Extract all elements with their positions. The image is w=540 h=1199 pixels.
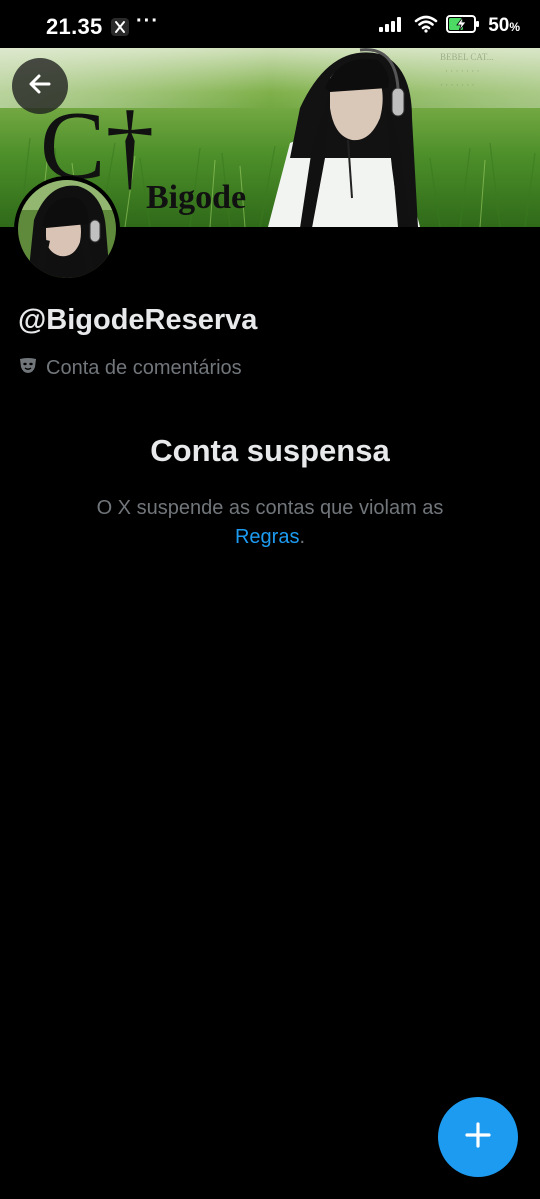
back-button[interactable] bbox=[12, 58, 68, 114]
suspended-description-period: . bbox=[299, 526, 306, 548]
wifi-icon bbox=[414, 15, 438, 38]
svg-text:Bigode: Bigode bbox=[146, 179, 246, 216]
suspended-description-text: O X suspende as contas que violam as bbox=[96, 497, 444, 519]
status-more-notifications: ··· bbox=[136, 10, 159, 32]
avatar[interactable] bbox=[14, 176, 120, 282]
x-app-notification-icon bbox=[111, 18, 129, 36]
status-right-group: 50% bbox=[378, 14, 520, 38]
status-bar: 21.35 ··· 50% bbox=[0, 0, 540, 48]
svg-text:BEBEL CAT...: BEBEL CAT... bbox=[440, 52, 494, 62]
battery-percent-value: 50 bbox=[488, 15, 510, 36]
suspended-title: Conta suspensa bbox=[150, 433, 390, 468]
compose-button[interactable] bbox=[438, 1097, 518, 1177]
status-time: 21.35 bbox=[46, 14, 103, 39]
battery-percent-sign: % bbox=[509, 20, 520, 34]
plus-icon bbox=[464, 1121, 492, 1154]
svg-text:· · · · · · ·: · · · · · · · bbox=[440, 80, 474, 90]
signal-icon bbox=[378, 15, 406, 38]
profile-automated-label: Conta de comentários bbox=[18, 355, 242, 381]
suspended-description: O X suspende as contas que violam as Reg… bbox=[40, 494, 500, 552]
arrow-left-icon bbox=[25, 69, 55, 104]
profile-label-text: Conta de comentários bbox=[46, 356, 242, 379]
theater-masks-icon bbox=[18, 355, 38, 381]
battery-percentage: 50% bbox=[488, 15, 520, 37]
profile-handle: @BigodeReserva bbox=[18, 304, 258, 336]
rules-link[interactable]: Regras bbox=[235, 526, 299, 548]
svg-text:· · · · · · ·: · · · · · · · bbox=[445, 66, 479, 76]
battery-icon bbox=[446, 14, 480, 39]
